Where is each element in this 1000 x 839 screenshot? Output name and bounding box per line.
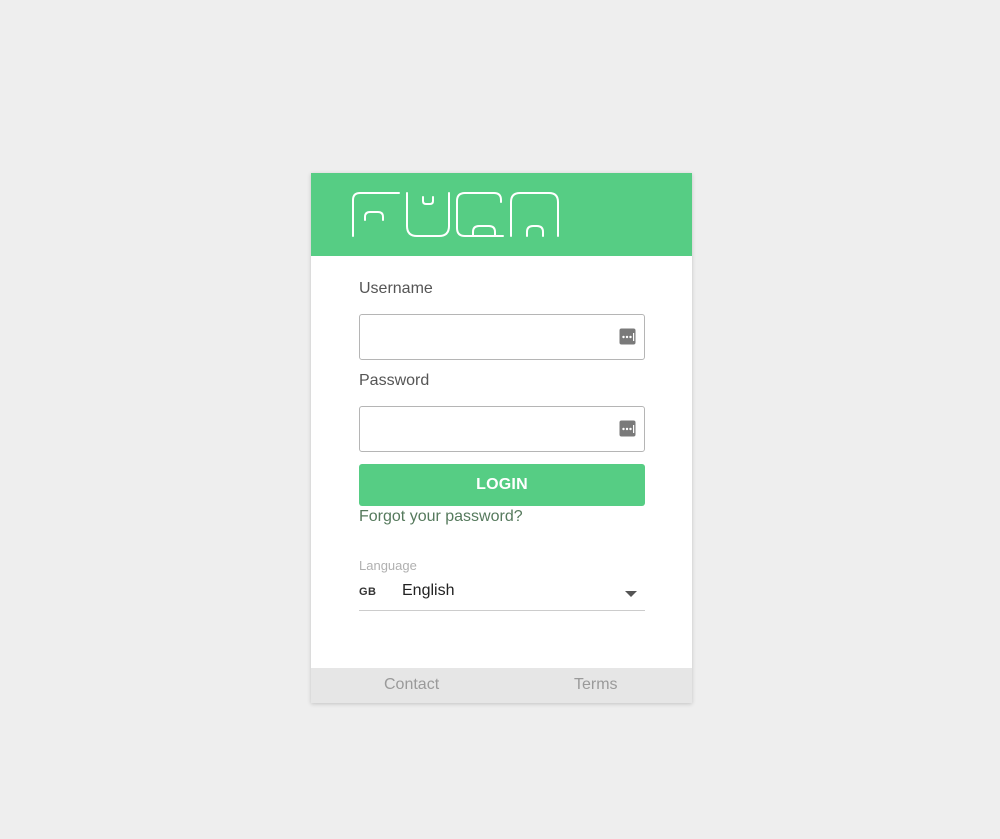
language-flag-code: GB	[359, 586, 377, 598]
terms-link[interactable]: Terms	[574, 676, 618, 694]
forgot-password-link[interactable]: Forgot your password?	[359, 508, 523, 526]
password-field-wrapper	[359, 406, 645, 452]
brand-header	[311, 173, 692, 256]
password-label: Password	[359, 372, 430, 389]
password-manager-icon[interactable]	[619, 328, 636, 345]
card-footer: Contact Terms	[311, 668, 692, 703]
password-manager-icon[interactable]	[619, 420, 636, 437]
username-label: Username	[359, 280, 433, 297]
chevron-down-icon[interactable]	[625, 591, 637, 597]
username-field-wrapper	[359, 314, 645, 360]
language-selected-value: English	[402, 582, 455, 599]
contact-link[interactable]: Contact	[384, 676, 439, 694]
login-button[interactable]: LOGIN	[359, 464, 645, 506]
language-select[interactable]: GB English	[359, 578, 645, 611]
login-card: Username Password LOGIN Forgot your pass…	[311, 173, 692, 703]
language-label: Language	[359, 558, 417, 573]
password-input[interactable]	[368, 407, 608, 451]
username-input[interactable]	[368, 315, 608, 359]
fuga-logo	[352, 192, 559, 237]
